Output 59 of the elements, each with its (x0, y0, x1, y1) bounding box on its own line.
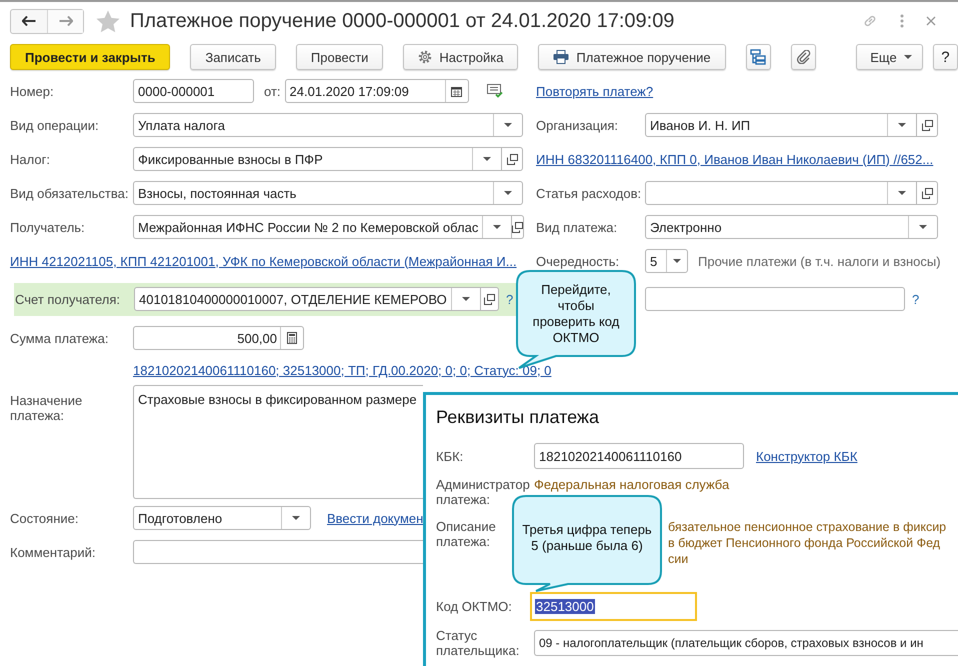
dropdown-field[interactable]: Иванов И. Н. ИП (645, 113, 917, 137)
more-button[interactable]: Еще (856, 44, 923, 70)
field-label: Код ОКТМО: (436, 598, 512, 614)
callout-text: Перейдите, чтобы проверить код ОКТМО (532, 282, 620, 346)
amount-field[interactable]: 500,00 (133, 326, 304, 350)
input-field[interactable]: 18210202140061110160 (534, 443, 744, 469)
field-label: Вид обязательства: (10, 186, 130, 200)
panel-title: Реквизиты платежа (436, 407, 600, 429)
dropdown-field[interactable]: Взносы, постоянная часть (133, 181, 523, 205)
post-and-close-button[interactable]: Провести и закрыть (10, 44, 170, 70)
date-field[interactable]: 24.01.2020 17:09:09 (284, 79, 469, 103)
help-button[interactable]: ? (932, 44, 958, 70)
dropdown-field[interactable]: Подготовлено (133, 506, 311, 530)
field-label: Комментарий: (10, 544, 96, 560)
field-label: Номер: (10, 84, 55, 98)
field-value: бязательное пенсионное страхование в фиксир (668, 519, 946, 535)
field-label: Состояние: (10, 510, 80, 526)
field-label: Сумма платежа: (10, 330, 110, 346)
input-field[interactable]: 09 - налогоплательщик (плательщик сборов, страховых взносов и ин (534, 630, 958, 656)
field-label: Назначение платежа: (10, 392, 84, 425)
field-label: Организация: (536, 118, 620, 132)
dropdown-field[interactable]: 5 (645, 249, 688, 273)
priority-note: Прочие платежи (в т.ч. налоги и взносы) (698, 254, 941, 268)
dropdown-field[interactable]: 40101810400000010007, ОТДЕЛЕНИЕ КЕМЕРОВО (134, 287, 481, 311)
help-link[interactable]: ? (506, 292, 514, 306)
kbk-builder-link[interactable]: Конструктор КБК (756, 448, 858, 464)
enter-document-link[interactable]: Ввести докумен (327, 510, 424, 526)
window-title: Платежное поручение 0000-000001 от 24.01.2020 17:09:09 (130, 10, 674, 32)
field-value: в бюджет Пенсионного фонда Российской Фед (668, 535, 942, 551)
field-value: сии (668, 551, 690, 567)
callout-text: Третья цифра теперь 5 (раньше была 6) (521, 522, 653, 554)
repeat-payment-link[interactable]: Повторять платеж? (536, 84, 654, 98)
field-label: Вид платежа: (536, 220, 618, 234)
input-field[interactable]: 32513000 (530, 592, 697, 620)
settings-button[interactable]: Настройка (403, 44, 518, 70)
field-label: Описание платежа: (436, 519, 496, 549)
toolbar-button[interactable]: Провести (296, 44, 384, 70)
field-label: Счет получателя: (15, 292, 122, 306)
field-label: Статья расходов: (536, 186, 642, 200)
field-label: Вид операции: (10, 118, 100, 132)
info-link[interactable]: ИНН 683201116400, КПП 0, Иванов Иван Николаевич (ИП) //652... (536, 152, 934, 166)
dropdown-field[interactable]: Фиксированные взносы в ПФР (133, 147, 502, 171)
info-link[interactable]: ИНН 4212021105, КПП 421201001, УФК по Кемеровской области (Межрайонная И... (10, 254, 517, 268)
toolbar-button[interactable]: Записать (190, 44, 276, 70)
dropdown-field[interactable]: Уплата налога (133, 113, 523, 137)
field-label: Администратор платежа: (436, 477, 531, 507)
dropdown-field[interactable]: Электронно (645, 215, 938, 239)
help-link[interactable]: ? (912, 292, 920, 306)
print-button[interactable]: Платежное поручение (538, 44, 726, 70)
field-value: Федеральная налоговая служба (534, 477, 730, 492)
field-label: от: (264, 84, 281, 98)
field-label: КБК: (436, 448, 464, 464)
field-label: Очередность: (536, 254, 620, 268)
dropdown-field[interactable]: Межрайонная ИФНС России № 2 по Кемеровской облас (133, 215, 512, 239)
input-field[interactable]: 0000-000001 (133, 79, 254, 103)
field-label: Налог: (10, 152, 51, 166)
field-label: Статус плательщика: (436, 628, 520, 658)
field-label: Получатель: (10, 220, 86, 234)
info-link[interactable]: 18210202140061110160; 32513000; ТП; ГД.00.2020; 0; 0; Статус: 09; 0 (133, 362, 552, 378)
